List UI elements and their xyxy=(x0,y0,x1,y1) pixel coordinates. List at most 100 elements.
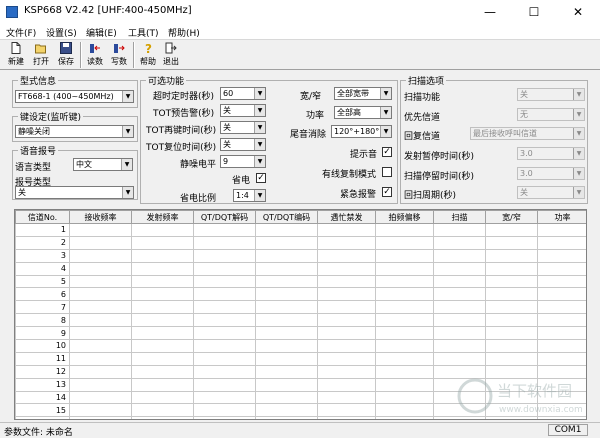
grid-cell[interactable] xyxy=(375,287,434,302)
grid-cell[interactable] xyxy=(131,223,194,237)
grid-cell[interactable] xyxy=(433,261,486,276)
channel-number-cell[interactable]: 4 xyxy=(15,261,70,276)
col-header-beat-shift[interactable]: 拍频偏移 xyxy=(375,210,434,224)
grid-cell[interactable] xyxy=(131,274,194,289)
channel-number-cell[interactable]: 12 xyxy=(15,364,70,379)
menu-tools[interactable]: 工具(T) xyxy=(128,26,159,39)
grid-cell[interactable] xyxy=(255,261,318,276)
grid-cell[interactable] xyxy=(433,248,486,263)
grid-cell[interactable] xyxy=(485,235,538,250)
grid-cell[interactable] xyxy=(485,248,538,263)
grid-cell[interactable] xyxy=(537,274,586,289)
col-header-rx-freq[interactable]: 接收频率 xyxy=(69,210,132,224)
grid-cell[interactable] xyxy=(69,364,132,379)
grid-cell[interactable] xyxy=(255,416,318,419)
grid-cell[interactable] xyxy=(537,287,586,302)
col-header-tx-freq[interactable]: 发射频率 xyxy=(131,210,194,224)
table-row[interactable]: 7 xyxy=(15,300,586,315)
table-row[interactable]: 3 xyxy=(15,248,586,263)
grid-cell[interactable] xyxy=(317,248,376,263)
grid-cell[interactable] xyxy=(131,351,194,366)
grid-cell[interactable] xyxy=(317,326,376,341)
channel-number-cell[interactable]: 15 xyxy=(15,403,70,418)
monitor-key-select[interactable]: 静噪关闭 ▼ xyxy=(15,125,134,138)
channel-number-cell[interactable]: 5 xyxy=(15,274,70,289)
grid-cell[interactable] xyxy=(433,300,486,315)
grid-cell[interactable] xyxy=(485,351,538,366)
grid-cell[interactable] xyxy=(375,313,434,328)
grid-cell[interactable] xyxy=(131,339,194,353)
table-row[interactable]: 2 xyxy=(15,235,586,250)
grid-cell[interactable] xyxy=(375,300,434,315)
grid-cell[interactable] xyxy=(375,351,434,366)
grid-cell[interactable] xyxy=(255,364,318,379)
save-ratio-select[interactable]: 1:4 ▼ xyxy=(233,189,266,202)
grid-cell[interactable] xyxy=(193,248,256,263)
channel-number-cell[interactable]: 3 xyxy=(15,248,70,263)
squelch-level-select[interactable]: 9 ▼ xyxy=(220,155,266,168)
grid-cell[interactable] xyxy=(537,261,586,276)
grid-cell[interactable] xyxy=(193,364,256,379)
grid-cell[interactable] xyxy=(317,313,376,328)
grid-cell[interactable] xyxy=(131,300,194,315)
grid-cell[interactable] xyxy=(131,248,194,263)
timeout-timer-select[interactable]: 60 ▼ xyxy=(220,87,266,100)
grid-cell[interactable] xyxy=(193,377,256,392)
grid-cell[interactable] xyxy=(193,274,256,289)
grid-cell[interactable] xyxy=(317,300,376,315)
grid-cell[interactable] xyxy=(317,223,376,237)
grid-cell[interactable] xyxy=(193,390,256,405)
grid-cell[interactable] xyxy=(375,390,434,405)
tot-prewarn-select[interactable]: 关 ▼ xyxy=(220,104,266,117)
grid-cell[interactable] xyxy=(485,300,538,315)
grid-cell[interactable] xyxy=(69,351,132,366)
grid-cell[interactable] xyxy=(69,403,132,418)
grid-cell[interactable] xyxy=(69,274,132,289)
grid-cell[interactable] xyxy=(131,390,194,405)
tx-pause-select[interactable]: 3.0 ▼ xyxy=(517,147,585,160)
col-header-power[interactable]: 功率 xyxy=(537,210,586,224)
grid-cell[interactable] xyxy=(485,313,538,328)
grid-cell[interactable] xyxy=(433,339,486,353)
grid-cell[interactable] xyxy=(375,364,434,379)
close-button[interactable]: ✕ xyxy=(556,0,600,24)
grid-cell[interactable] xyxy=(193,403,256,418)
grid-cell[interactable] xyxy=(537,326,586,341)
grid-cell[interactable] xyxy=(69,326,132,341)
grid-cell[interactable] xyxy=(131,326,194,341)
grid-cell[interactable] xyxy=(433,313,486,328)
grid-cell[interactable] xyxy=(131,403,194,418)
grid-cell[interactable] xyxy=(375,416,434,419)
channel-number-cell[interactable]: 1 xyxy=(15,223,70,237)
grid-cell[interactable] xyxy=(433,274,486,289)
report-type-select[interactable]: 关 ▼ xyxy=(15,186,134,199)
grid-cell[interactable] xyxy=(375,339,434,353)
read-button[interactable]: 读数 xyxy=(84,41,106,69)
bandwidth-select[interactable]: 全部宽带 ▼ xyxy=(334,87,392,100)
menu-settings[interactable]: 设置(S) xyxy=(46,26,77,39)
grid-cell[interactable] xyxy=(317,261,376,276)
grid-cell[interactable] xyxy=(485,287,538,302)
reply-channel-select[interactable]: 最后接收呼叫信道 ▼ xyxy=(470,127,585,140)
grid-cell[interactable] xyxy=(433,223,486,237)
grid-cell[interactable] xyxy=(193,235,256,250)
grid-cell[interactable] xyxy=(317,416,376,419)
grid-cell[interactable] xyxy=(375,403,434,418)
grid-cell[interactable] xyxy=(433,287,486,302)
grid-cell[interactable] xyxy=(69,300,132,315)
grid-cell[interactable] xyxy=(537,300,586,315)
power-select[interactable]: 全部高 ▼ xyxy=(334,106,392,119)
scan-function-select[interactable]: 关 ▼ xyxy=(517,88,585,101)
grid-cell[interactable] xyxy=(69,377,132,392)
save-button[interactable]: 保存 xyxy=(55,41,77,69)
grid-cell[interactable] xyxy=(317,377,376,392)
channel-number-cell[interactable]: 6 xyxy=(15,287,70,302)
grid-cell[interactable] xyxy=(69,313,132,328)
channel-number-cell[interactable]: 13 xyxy=(15,377,70,392)
grid-cell[interactable] xyxy=(255,274,318,289)
grid-cell[interactable] xyxy=(317,339,376,353)
new-button[interactable]: 新建 xyxy=(5,41,27,69)
table-row[interactable]: 4 xyxy=(15,261,586,276)
grid-cell[interactable] xyxy=(255,287,318,302)
channel-number-cell[interactable]: 9 xyxy=(15,326,70,341)
